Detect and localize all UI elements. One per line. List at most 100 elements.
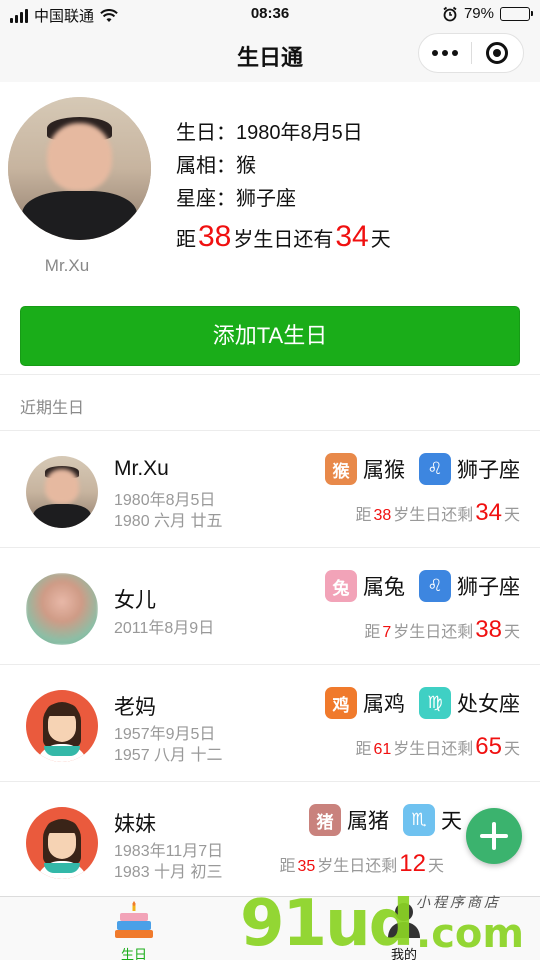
birthday-value: 1980年8月5日 xyxy=(236,122,363,144)
avatar xyxy=(26,690,98,762)
row-countdown: 距 38 岁生日还剩 34 天 xyxy=(355,499,520,527)
leo-icon: ♌ xyxy=(419,570,451,602)
countdown-prefix: 距 xyxy=(279,858,296,875)
profile-avatar[interactable] xyxy=(8,97,151,240)
close-mini-program-button[interactable] xyxy=(471,42,523,64)
monkey-icon: 猴 xyxy=(325,453,357,485)
countdown-age: 7 xyxy=(382,624,392,641)
birthday-label: 生日： xyxy=(176,122,236,144)
countdown-suffix: 天 xyxy=(427,858,444,875)
zodiac-text: 属兔 xyxy=(363,576,405,599)
cake-icon xyxy=(115,901,153,938)
countdown-days: 34 xyxy=(475,499,502,526)
lunar-date: 1983 十月 初三 xyxy=(114,864,223,881)
target-icon xyxy=(486,42,509,64)
countdown-mid: 岁生日还剩 xyxy=(393,507,474,524)
countdown-days: 38 xyxy=(475,616,502,643)
contact-name: 老妈 xyxy=(114,696,156,719)
birthday-line: 生日：1980年8月5日 xyxy=(176,116,363,145)
rooster-icon: 鸡 xyxy=(325,687,357,719)
zodiac-badges: 猪 属猪 ♏ 天 xyxy=(309,803,462,837)
rabbit-icon: 兔 xyxy=(325,570,357,602)
battery-icon xyxy=(500,6,533,21)
countdown-days: 65 xyxy=(475,733,502,760)
lunar-date: 1980 六月 廿五 xyxy=(114,513,223,530)
constellation-label: 星座： xyxy=(176,188,236,210)
countdown-days: 34 xyxy=(335,220,369,253)
row-countdown: 距 35 岁生日还剩 12 天 xyxy=(279,850,444,878)
profile-card: Mr.Xu 生日：1980年8月5日 属相：猴 星座：狮子座 距 38 岁生日还… xyxy=(0,82,540,292)
nav-bar: 生日通 xyxy=(0,28,540,82)
tab-birthday-label: 生日 xyxy=(120,947,147,960)
countdown-age: 38 xyxy=(198,220,232,253)
tab-birthday[interactable]: 生日 xyxy=(74,901,194,960)
pig-icon: 猪 xyxy=(309,804,341,836)
constellation-text: 处女座 xyxy=(457,693,520,716)
countdown-suffix: 天 xyxy=(503,741,520,758)
constellation-text: 天 xyxy=(441,810,462,833)
profile-name: Mr.Xu xyxy=(44,256,90,275)
zodiac-value: 猴 xyxy=(236,155,256,177)
solar-date: 2011年8月9日 xyxy=(114,620,215,637)
zodiac-badges: 鸡 属鸡 ♍ 处女座 xyxy=(325,686,520,720)
countdown-mid: 岁生日还剩 xyxy=(393,741,474,758)
countdown-prefix: 距 xyxy=(355,507,372,524)
countdown-suffix: 天 xyxy=(503,507,520,524)
countdown-prefix: 距 xyxy=(176,229,196,251)
person-icon xyxy=(388,903,420,938)
more-button[interactable] xyxy=(419,50,471,56)
floating-add-button[interactable] xyxy=(466,808,522,864)
list-item[interactable]: Mr.Xu 1980年8月5日 1980 六月 廿五 猴 属猴 ♌ 狮子座 距3… xyxy=(0,431,540,548)
countdown-age: 35 xyxy=(297,858,316,875)
zodiac-text: 属猪 xyxy=(347,810,389,833)
battery-percent: 79% xyxy=(463,5,494,22)
zodiac-label: 属相： xyxy=(176,155,236,177)
list-item[interactable]: 女儿 2011年8月9日 兔 属兔 ♌ 狮子座 距 7 岁生日还剩 38 天 xyxy=(0,548,540,665)
list-item[interactable]: 老妈 1957年9月5日 1957 八月 十二 鸡 属鸡 ♍ 处女座 距 61 岁生… xyxy=(0,665,540,782)
zodiac-text: 属猴 xyxy=(363,459,405,482)
section-divider xyxy=(0,374,540,375)
scorpio-icon: ♏ xyxy=(403,804,435,836)
mini-program-capsule xyxy=(418,33,524,73)
add-birthday-button[interactable]: 添加TA生日 xyxy=(20,306,520,366)
countdown-prefix: 距 xyxy=(355,741,372,758)
zodiac-text: 属鸡 xyxy=(363,693,405,716)
contact-name: Mr.Xu xyxy=(114,457,169,480)
avatar xyxy=(26,573,98,645)
avatar xyxy=(26,456,98,528)
constellation-text: 狮子座 xyxy=(457,459,520,482)
status-bar: 中国联通 08:36 79% xyxy=(0,0,540,28)
countdown-suffix: 天 xyxy=(370,229,391,251)
alarm-icon xyxy=(443,6,457,21)
countdown-age: 38 xyxy=(373,507,392,524)
avatar xyxy=(26,807,98,879)
row-countdown: 距 7 岁生日还剩 38 天 xyxy=(364,616,520,644)
virgo-icon: ♍ xyxy=(419,687,451,719)
contact-name: 女儿 xyxy=(114,589,156,612)
tab-mine-label: 我的 xyxy=(390,947,417,960)
contact-name: 妹妹 xyxy=(114,813,156,836)
countdown-prefix: 距 xyxy=(364,624,381,641)
countdown-mid: 岁生日还剩 xyxy=(317,858,398,875)
countdown-age: 61 xyxy=(373,741,392,758)
leo-icon: ♌ xyxy=(419,453,451,485)
lunar-date: 1957 八月 十二 xyxy=(114,747,223,764)
countdown-days: 12 xyxy=(399,850,426,877)
row-countdown: 距 61 岁生日还剩 65 天 xyxy=(355,733,520,761)
countdown-mid: 岁生日还有 xyxy=(233,229,334,251)
zodiac-badges: 兔 属兔 ♌ 狮子座 xyxy=(325,569,520,603)
constellation-line: 星座：狮子座 xyxy=(176,182,296,211)
zodiac-line: 属相：猴 xyxy=(176,149,256,178)
tab-mine[interactable]: 我的 xyxy=(344,901,464,960)
constellation-value: 狮子座 xyxy=(236,188,296,210)
tab-bar: 生日 我的 xyxy=(0,896,540,960)
section-title: 近期生日 xyxy=(20,400,85,417)
countdown-suffix: 天 xyxy=(503,624,520,641)
status-right: 79% xyxy=(442,5,533,22)
birthday-countdown: 距 38 岁生日还有 34 天 xyxy=(176,220,391,254)
zodiac-badges: 猴 属猴 ♌ 狮子座 xyxy=(325,452,520,486)
list-item[interactable]: 妹妹 1983年11月7日 1983 十月 初三 猪 属猪 ♏ 天 距 35 岁生日… xyxy=(0,782,540,899)
constellation-text: 狮子座 xyxy=(457,576,520,599)
countdown-mid: 岁生日还剩 xyxy=(393,624,474,641)
avatar-photo xyxy=(8,97,151,240)
